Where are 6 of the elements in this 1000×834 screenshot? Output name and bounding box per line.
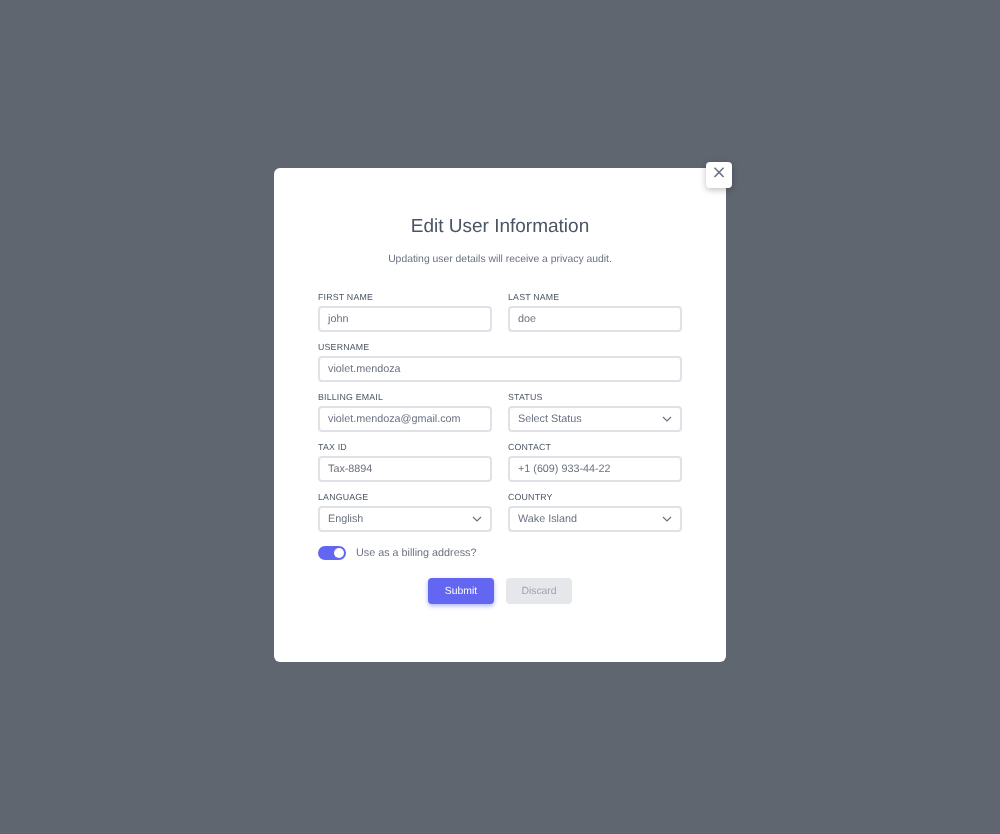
chevron-down-icon <box>472 516 482 522</box>
toggle-switch[interactable] <box>318 546 346 560</box>
chevron-down-icon <box>662 416 672 422</box>
chevron-down-icon <box>662 516 672 522</box>
close-button[interactable]: × <box>706 162 732 188</box>
dialog-title: Edit User Information <box>408 216 592 238</box>
